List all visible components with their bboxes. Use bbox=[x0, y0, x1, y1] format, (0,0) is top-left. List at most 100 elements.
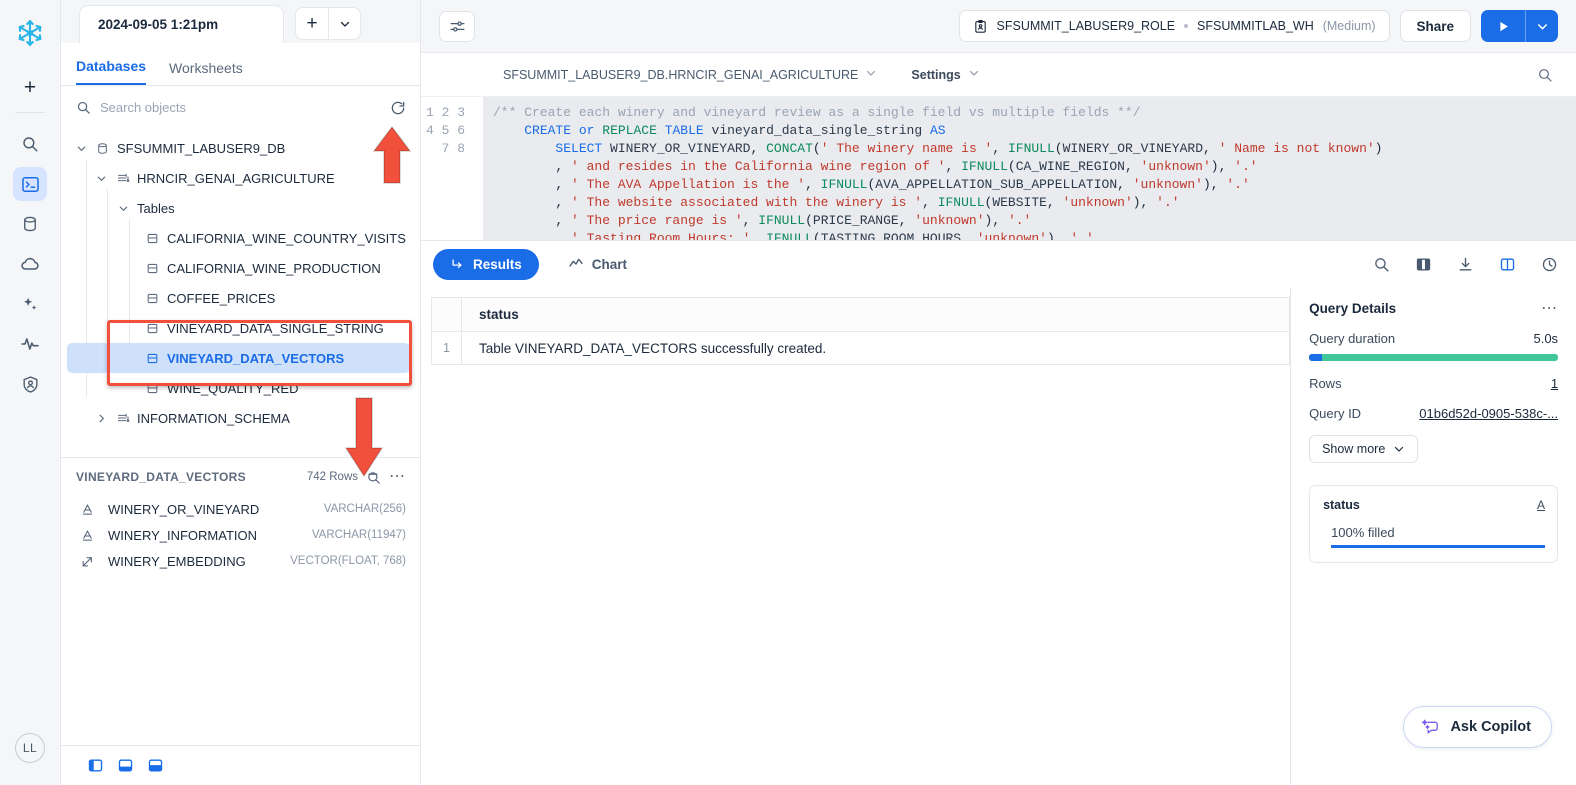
cell-status[interactable]: Table VINEYARD_DATA_VECTORS successfully… bbox=[460, 331, 1291, 365]
rail-item-cloud[interactable] bbox=[13, 247, 47, 281]
more-options-icon[interactable]: ⋯ bbox=[1541, 301, 1558, 316]
results-table-body: 1 Table VINEYARD_DATA_VECTORS successful… bbox=[431, 331, 1291, 365]
chevron-down-icon[interactable] bbox=[968, 67, 980, 82]
detail-table-name: VINEYARD_DATA_VECTORS bbox=[76, 470, 246, 484]
table-row[interactable]: 1 Table VINEYARD_DATA_VECTORS successful… bbox=[431, 331, 1291, 365]
search-results-icon[interactable] bbox=[1373, 256, 1390, 273]
rows-label: Rows bbox=[1309, 376, 1342, 391]
query-id-value[interactable]: 01b6d52d-0905-538c-... bbox=[1419, 406, 1558, 421]
refresh-icon[interactable] bbox=[390, 100, 406, 116]
results-grid-wrapper: status 1 Table VINEYARD_DATA_VECTORS suc… bbox=[421, 287, 1291, 785]
chart-line-icon bbox=[568, 256, 584, 272]
table-icon bbox=[145, 352, 160, 365]
rail-item-admin[interactable] bbox=[13, 367, 47, 401]
editor-search-icon[interactable] bbox=[1537, 67, 1553, 83]
role-warehouse-selector[interactable]: SFSUMMIT_LABUSER9_ROLE SFSUMMITLAB_WH (M… bbox=[958, 10, 1390, 42]
column-row-winery-or-vineyard[interactable]: WINERY_OR_VINEYARD VARCHAR(256) bbox=[61, 496, 420, 522]
table-detail-header: VINEYARD_DATA_VECTORS 742 Rows ⋯ bbox=[61, 458, 420, 496]
tree-node-label: VINEYARD_DATA_SINGLE_STRING bbox=[167, 320, 384, 336]
results-table: status 1 Table VINEYARD_DATA_VECTORS suc… bbox=[431, 297, 1291, 365]
tree-node-table-vineyard-data-vectors[interactable]: VINEYARD_DATA_VECTORS bbox=[67, 343, 410, 373]
sql-editor[interactable]: 1 2 3 4 5 6 7 8 /** Create each winery a… bbox=[421, 97, 1576, 240]
panel-split-icon[interactable] bbox=[147, 757, 164, 774]
show-more-button[interactable]: Show more bbox=[1309, 435, 1419, 463]
separator-dot bbox=[1184, 24, 1189, 28]
search-icon bbox=[76, 100, 91, 115]
tree-node-table-coffee-prices[interactable]: COFFEE_PRICES bbox=[61, 283, 420, 313]
object-tree: SFSUMMIT_LABUSER9_DB HRNCIR_GENAI_AGRICU… bbox=[61, 129, 420, 451]
panel-bottom-icon[interactable] bbox=[117, 757, 134, 774]
new-item-button[interactable]: + bbox=[15, 72, 45, 102]
run-button[interactable] bbox=[1481, 10, 1526, 42]
text-type-icon bbox=[80, 503, 94, 516]
stat-card-header: status A bbox=[1323, 498, 1545, 512]
run-options-dropdown[interactable] bbox=[1525, 10, 1559, 42]
tree-node-tables-folder[interactable]: Tables bbox=[61, 193, 420, 223]
download-icon[interactable] bbox=[1457, 256, 1474, 273]
row-number: 1 bbox=[431, 331, 462, 365]
tree-node-table-wine-quality-red[interactable]: WINE_QUALITY_RED bbox=[61, 373, 420, 403]
text-type-icon bbox=[80, 529, 94, 542]
context-database-label[interactable]: SFSUMMIT_LABUSER9_DB.HRNCIR_GENAI_AGRICU… bbox=[503, 68, 858, 82]
tab-results[interactable]: Results bbox=[433, 248, 539, 280]
worksheet-tabs-dropdown[interactable] bbox=[328, 7, 361, 40]
tree-node-table-vineyard-data-single-string[interactable]: VINEYARD_DATA_SINGLE_STRING bbox=[61, 313, 420, 343]
stat-column-name: status bbox=[1323, 498, 1360, 512]
chevron-down-icon bbox=[95, 173, 108, 184]
tree-node-label: SFSUMMIT_LABUSER9_DB bbox=[117, 140, 286, 156]
column-type: VECTOR(FLOAT, 768) bbox=[290, 555, 406, 567]
results-table-head: status bbox=[431, 297, 1291, 332]
rail-item-worksheets[interactable] bbox=[13, 167, 47, 201]
column-type: VARCHAR(11947) bbox=[311, 529, 406, 541]
object-browser-panel: 2024-09-05 1:21pm + Databases Worksheets bbox=[61, 0, 421, 785]
tree-node-database[interactable]: SFSUMMIT_LABUSER9_DB bbox=[61, 133, 420, 163]
search-input[interactable] bbox=[100, 100, 381, 115]
settings-menu[interactable]: Settings bbox=[911, 68, 960, 82]
tab-worksheets[interactable]: Worksheets bbox=[169, 60, 243, 85]
editor-code[interactable]: /** Create each winery and vineyard revi… bbox=[483, 97, 1576, 240]
rail-item-data[interactable] bbox=[13, 207, 47, 241]
tree-node-label: HRNCIR_GENAI_AGRICULTURE bbox=[137, 170, 335, 186]
tab-databases[interactable]: Databases bbox=[76, 58, 147, 85]
columns-icon[interactable] bbox=[1415, 256, 1432, 273]
column-name: WINERY_EMBEDDING bbox=[108, 553, 246, 569]
chevron-down-icon[interactable] bbox=[865, 67, 877, 82]
panel-left-icon[interactable] bbox=[87, 757, 104, 774]
tree-node-information-schema[interactable]: INFORMATION_SCHEMA bbox=[61, 403, 420, 433]
database-icon bbox=[95, 142, 110, 155]
query-history-icon[interactable] bbox=[1541, 256, 1558, 273]
worksheet-tabstrip: 2024-09-05 1:21pm + bbox=[61, 0, 420, 43]
worksheet-toolbar: SFSUMMIT_LABUSER9_ROLE SFSUMMITLAB_WH (M… bbox=[421, 0, 1576, 53]
rail-item-monitoring[interactable] bbox=[13, 327, 47, 361]
side-panel-icon[interactable] bbox=[1499, 256, 1516, 273]
column-row-winery-information[interactable]: WINERY_INFORMATION VARCHAR(11947) bbox=[61, 522, 420, 548]
column-name: WINERY_OR_VINEYARD bbox=[108, 501, 260, 517]
search-objects-row bbox=[61, 86, 420, 129]
column-type: VARCHAR(256) bbox=[323, 503, 406, 515]
user-avatar[interactable]: LL bbox=[15, 733, 45, 763]
results-arrow-icon bbox=[450, 257, 465, 272]
more-options-icon[interactable]: ⋯ bbox=[389, 469, 406, 484]
rail-item-search[interactable] bbox=[13, 127, 47, 161]
query-details-title: Query Details bbox=[1309, 301, 1397, 316]
tree-node-schema[interactable]: HRNCIR_GENAI_AGRICULTURE bbox=[61, 163, 420, 193]
share-button[interactable]: Share bbox=[1399, 10, 1472, 42]
query-id-label: Query ID bbox=[1309, 406, 1362, 421]
rows-value[interactable]: 1 bbox=[1551, 376, 1558, 391]
worksheet-tab[interactable]: 2024-09-05 1:21pm bbox=[79, 5, 284, 43]
rail-item-ai-ml[interactable] bbox=[13, 287, 47, 321]
preview-table-icon[interactable] bbox=[366, 470, 381, 485]
tree-node-table-california-wine-country-visits[interactable]: CALIFORNIA_WINE_COUNTRY_VISITS bbox=[61, 223, 420, 253]
new-worksheet-tab-button[interactable]: + bbox=[295, 7, 328, 40]
schema-icon bbox=[115, 411, 130, 425]
ask-copilot-button[interactable]: Ask Copilot bbox=[1403, 706, 1552, 748]
results-body: status 1 Table VINEYARD_DATA_VECTORS suc… bbox=[421, 287, 1576, 785]
tree-node-label: INFORMATION_SCHEMA bbox=[137, 410, 290, 426]
sliders-icon[interactable] bbox=[439, 10, 475, 42]
tab-chart-label: Chart bbox=[591, 256, 628, 272]
tree-node-table-california-wine-production[interactable]: CALIFORNIA_WINE_PRODUCTION bbox=[61, 253, 420, 283]
tab-chart[interactable]: Chart bbox=[551, 249, 644, 280]
chevron-down-icon bbox=[117, 203, 130, 214]
column-header-status[interactable]: status bbox=[460, 297, 1291, 332]
column-row-winery-embedding[interactable]: WINERY_EMBEDDING VECTOR(FLOAT, 768) bbox=[61, 548, 420, 574]
